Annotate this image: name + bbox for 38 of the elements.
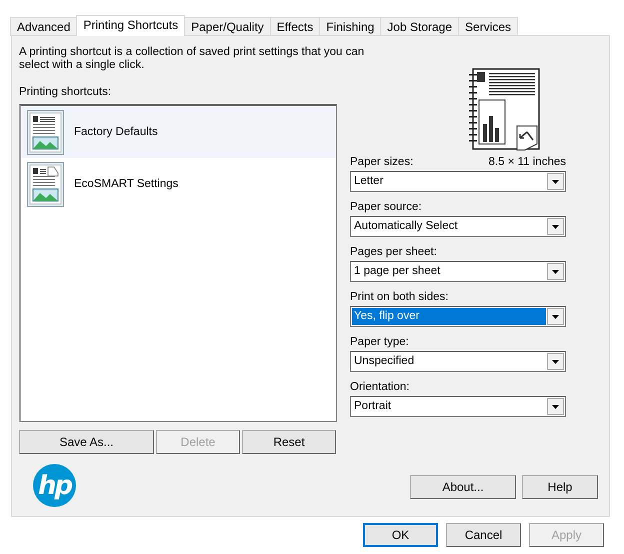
panel-button[interactable]: About... <box>410 474 516 498</box>
tab[interactable]: Finishing <box>319 17 382 36</box>
setting-dropdown[interactable]: Yes, flip over <box>350 306 566 327</box>
dropdown-arrow-icon <box>552 224 559 228</box>
dialog-button[interactable]: Cancel <box>446 523 521 547</box>
tab[interactable]: Printing Shortcuts <box>76 15 186 36</box>
shortcut-button[interactable]: Save As... <box>19 430 154 454</box>
dropdown-arrow-icon <box>552 180 559 184</box>
shortcut-button[interactable]: Reset <box>242 430 336 454</box>
setting-label: Orientation: <box>350 381 410 393</box>
logo: hp <box>33 464 76 507</box>
dropdown-arrow-icon <box>552 314 559 318</box>
dialog-button[interactable]: OK <box>363 523 438 547</box>
setting-label: Paper sizes: <box>350 156 414 168</box>
paper-size-reading: 8.5 × 11 inches <box>488 156 566 168</box>
shortcut-item[interactable]: Factory Defaults <box>21 106 336 158</box>
setting-label: Print on both sides: <box>350 291 448 303</box>
shortcuts-label: Printing shortcuts: <box>19 86 112 98</box>
setting-dropdown[interactable]: 1 page per sheet <box>350 261 566 282</box>
description-text: A printing shortcut is a collection of saved print settings that you can select with a single click. <box>19 46 366 72</box>
setting-label: Paper type: <box>350 336 409 348</box>
panel-button[interactable]: Help <box>522 474 598 498</box>
eco-document-icon <box>27 162 64 206</box>
tab[interactable]: Job Storage <box>380 17 460 36</box>
tab[interactable]: Services <box>458 17 518 36</box>
dropdown-arrow-icon <box>552 360 559 364</box>
tab[interactable]: Advanced <box>10 17 78 36</box>
tab[interactable]: Paper/Quality <box>184 17 271 36</box>
setting-label: Pages per sheet: <box>350 246 437 258</box>
dropdown-arrow-icon <box>552 270 559 274</box>
setting-dropdown[interactable]: Portrait <box>350 396 566 417</box>
setting-dropdown[interactable]: Unspecified <box>350 351 566 372</box>
setting-dropdown[interactable]: Letter <box>350 171 566 192</box>
tab[interactable]: Effects <box>270 17 320 36</box>
document-icon <box>27 110 64 154</box>
dropdown-arrow-icon <box>552 404 559 408</box>
setting-dropdown[interactable]: Automatically Select <box>350 216 566 237</box>
setting-label: Paper source: <box>350 201 422 213</box>
